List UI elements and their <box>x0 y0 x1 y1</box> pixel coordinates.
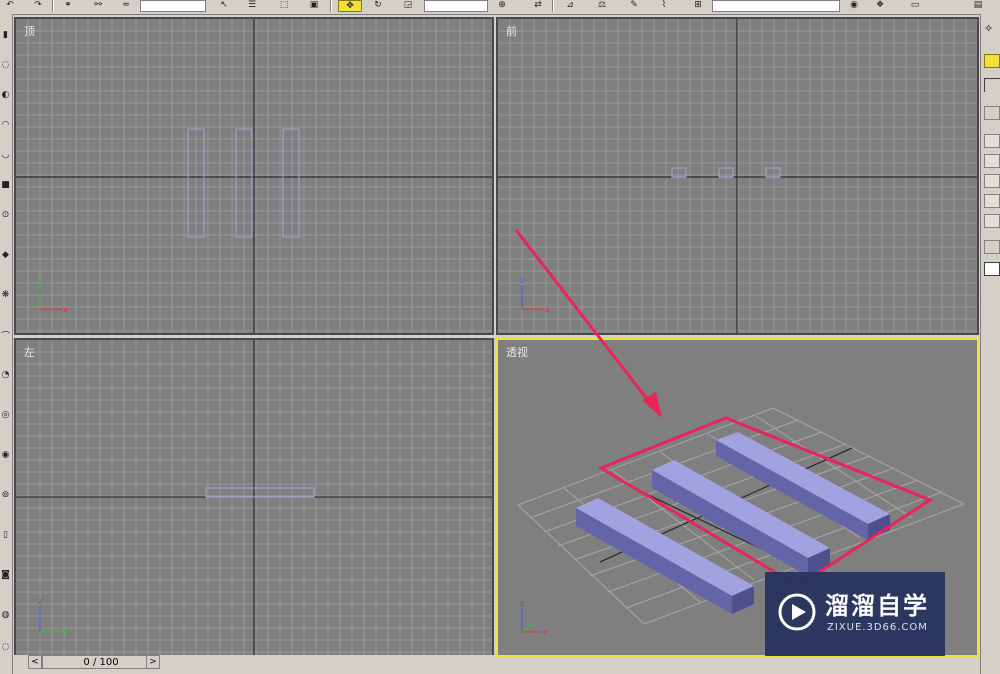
svg-text:y: y <box>63 627 68 636</box>
select-filter-dropdown[interactable] <box>140 0 206 12</box>
named-selection-icon[interactable]: ✎ <box>626 0 642 11</box>
viewport-front[interactable]: 前 z x <box>496 17 979 335</box>
rect-region-icon[interactable]: ⬚ <box>276 0 292 11</box>
panel-button[interactable] <box>984 214 1000 228</box>
tool-icon[interactable]: ◙ <box>0 568 11 582</box>
viewport-label[interactable]: 顶 <box>24 23 35 39</box>
svg-text:z: z <box>520 276 524 285</box>
geometry-icon[interactable] <box>984 54 1000 68</box>
tool-icon[interactable]: ❋ <box>0 288 11 302</box>
viewport-label[interactable]: 前 <box>506 23 517 39</box>
grid: z y <box>16 340 492 655</box>
pivot-icon[interactable]: ⊕ <box>494 0 510 11</box>
svg-text:z: z <box>520 599 524 608</box>
rollout-collapse-icon[interactable] <box>984 240 1000 254</box>
tool-icon[interactable]: ⊚ <box>0 488 11 502</box>
reference-coord-dropdown[interactable] <box>424 0 488 12</box>
box-object-3 <box>765 167 781 178</box>
box-object-3 <box>282 128 300 238</box>
tool-icon[interactable]: ◠ <box>0 118 11 132</box>
tool-icon[interactable]: ⌒ <box>0 328 11 342</box>
select-rotate-icon[interactable]: ↻ <box>370 0 386 11</box>
curve-editor-icon[interactable]: ⌇ <box>656 0 672 11</box>
mirror-icon[interactable]: ⇄ <box>530 0 546 11</box>
watermark-subtitle: ZIXUE.3D66.COM <box>827 622 928 633</box>
viewport-label[interactable]: 透视 <box>506 344 528 360</box>
tool-icon[interactable]: ◆ <box>0 248 11 262</box>
svg-text:x: x <box>543 628 548 637</box>
align-icon[interactable]: ⊿ <box>562 0 578 11</box>
select-by-name-icon[interactable]: ☰ <box>244 0 260 11</box>
frame-counter[interactable]: 0 / 100 <box>42 655 160 669</box>
select-scale-icon[interactable]: ◲ <box>400 0 416 11</box>
prev-frame-button[interactable]: < <box>28 655 42 669</box>
unlink-icon[interactable]: ⚯ <box>90 0 106 11</box>
tool-icon[interactable]: ◉ <box>0 448 11 462</box>
select-icon[interactable]: ↖ <box>216 0 232 11</box>
schematic-icon[interactable]: ⊞ <box>690 0 706 11</box>
tool-icon[interactable]: ◐ <box>0 88 11 102</box>
tool-icon[interactable]: ⊙ <box>0 208 11 222</box>
spacing-icon[interactable]: ⚖ <box>594 0 610 11</box>
create-icon[interactable]: ✧ <box>984 22 1000 36</box>
toolbar-separator <box>52 0 54 12</box>
watermark-title: 溜溜自学 <box>825 592 929 620</box>
tool-icon[interactable]: ◌ <box>0 58 11 72</box>
grid: y x <box>16 19 492 333</box>
watermark: 溜溜自学 ZIXUE.3D66.COM <box>765 572 945 656</box>
tool-icon[interactable]: ◔ <box>0 368 11 382</box>
grid: z x <box>498 19 977 333</box>
viewport-label[interactable]: 左 <box>24 344 35 360</box>
play-logo-icon <box>778 593 816 631</box>
next-frame-button[interactable]: > <box>146 655 160 669</box>
select-move-icon[interactable]: ✥ <box>338 0 362 12</box>
panel-button[interactable] <box>984 174 1000 188</box>
toolbar-separator <box>552 0 554 12</box>
undo-icon[interactable]: ↶ <box>2 0 18 11</box>
svg-text:x: x <box>63 305 68 314</box>
tool-icon[interactable]: ▯ <box>0 528 11 542</box>
named-selection-field[interactable] <box>712 0 840 12</box>
time-slider[interactable]: < 0 / 100 > <box>14 655 494 670</box>
material-editor-icon[interactable]: ◉ <box>846 0 862 11</box>
link-icon[interactable]: ⚭ <box>60 0 76 11</box>
panel-button[interactable] <box>984 154 1000 168</box>
toolbar-separator <box>330 0 332 12</box>
bind-icon[interactable]: ≈ <box>118 0 134 11</box>
panel-frame <box>984 78 1000 92</box>
viewport-left[interactable]: 左 z y <box>14 338 494 657</box>
command-panel: ✧ <box>980 14 1000 674</box>
window-crossing-icon[interactable]: ▣ <box>306 0 322 11</box>
rollout-collapse-icon[interactable] <box>984 106 1000 120</box>
viewport-top[interactable]: 顶 y x <box>14 17 494 335</box>
box-object-1 <box>671 167 687 178</box>
svg-text:x: x <box>545 305 550 314</box>
tool-icon[interactable]: ◡ <box>0 148 11 162</box>
left-toolbar: ▮ ◌ ◐ ◠ ◡ ■ ⊙ ◆ ❋ ⌒ ◔ ◎ ◉ ⊚ ▯ ◙ ◍ ◌ <box>0 14 13 674</box>
viewport-area: 顶 y x 前 z x 左 z y 透视 z x <box>14 17 979 657</box>
panel-button[interactable] <box>984 194 1000 208</box>
svg-text:z: z <box>38 597 42 606</box>
tool-icon[interactable]: ◍ <box>0 608 11 622</box>
tool-icon[interactable]: ◎ <box>0 408 11 422</box>
render-setup-icon[interactable]: ❖ <box>872 0 888 11</box>
tool-icon[interactable]: ▮ <box>0 28 11 42</box>
quick-render-icon[interactable]: ▤ <box>968 0 988 11</box>
redo-icon[interactable]: ↷ <box>30 0 46 11</box>
panel-checkbox[interactable] <box>984 262 1000 276</box>
lock-icon[interactable]: ■ <box>0 178 11 192</box>
axis-gizmo: z x <box>520 599 548 637</box>
tool-icon[interactable]: ◌ <box>0 640 11 654</box>
render-icon[interactable]: ▭ <box>904 0 926 11</box>
svg-text:y: y <box>38 276 43 285</box>
panel-button[interactable] <box>984 134 1000 148</box>
main-toolbar: ↶ ↷ ⚭ ⚯ ≈ ↖ ☰ ⬚ ▣ ✥ ↻ ◲ ⊕ ⇄ ⊿ ⚖ ✎ ⌇ ⊞ ◉ … <box>0 0 1000 15</box>
